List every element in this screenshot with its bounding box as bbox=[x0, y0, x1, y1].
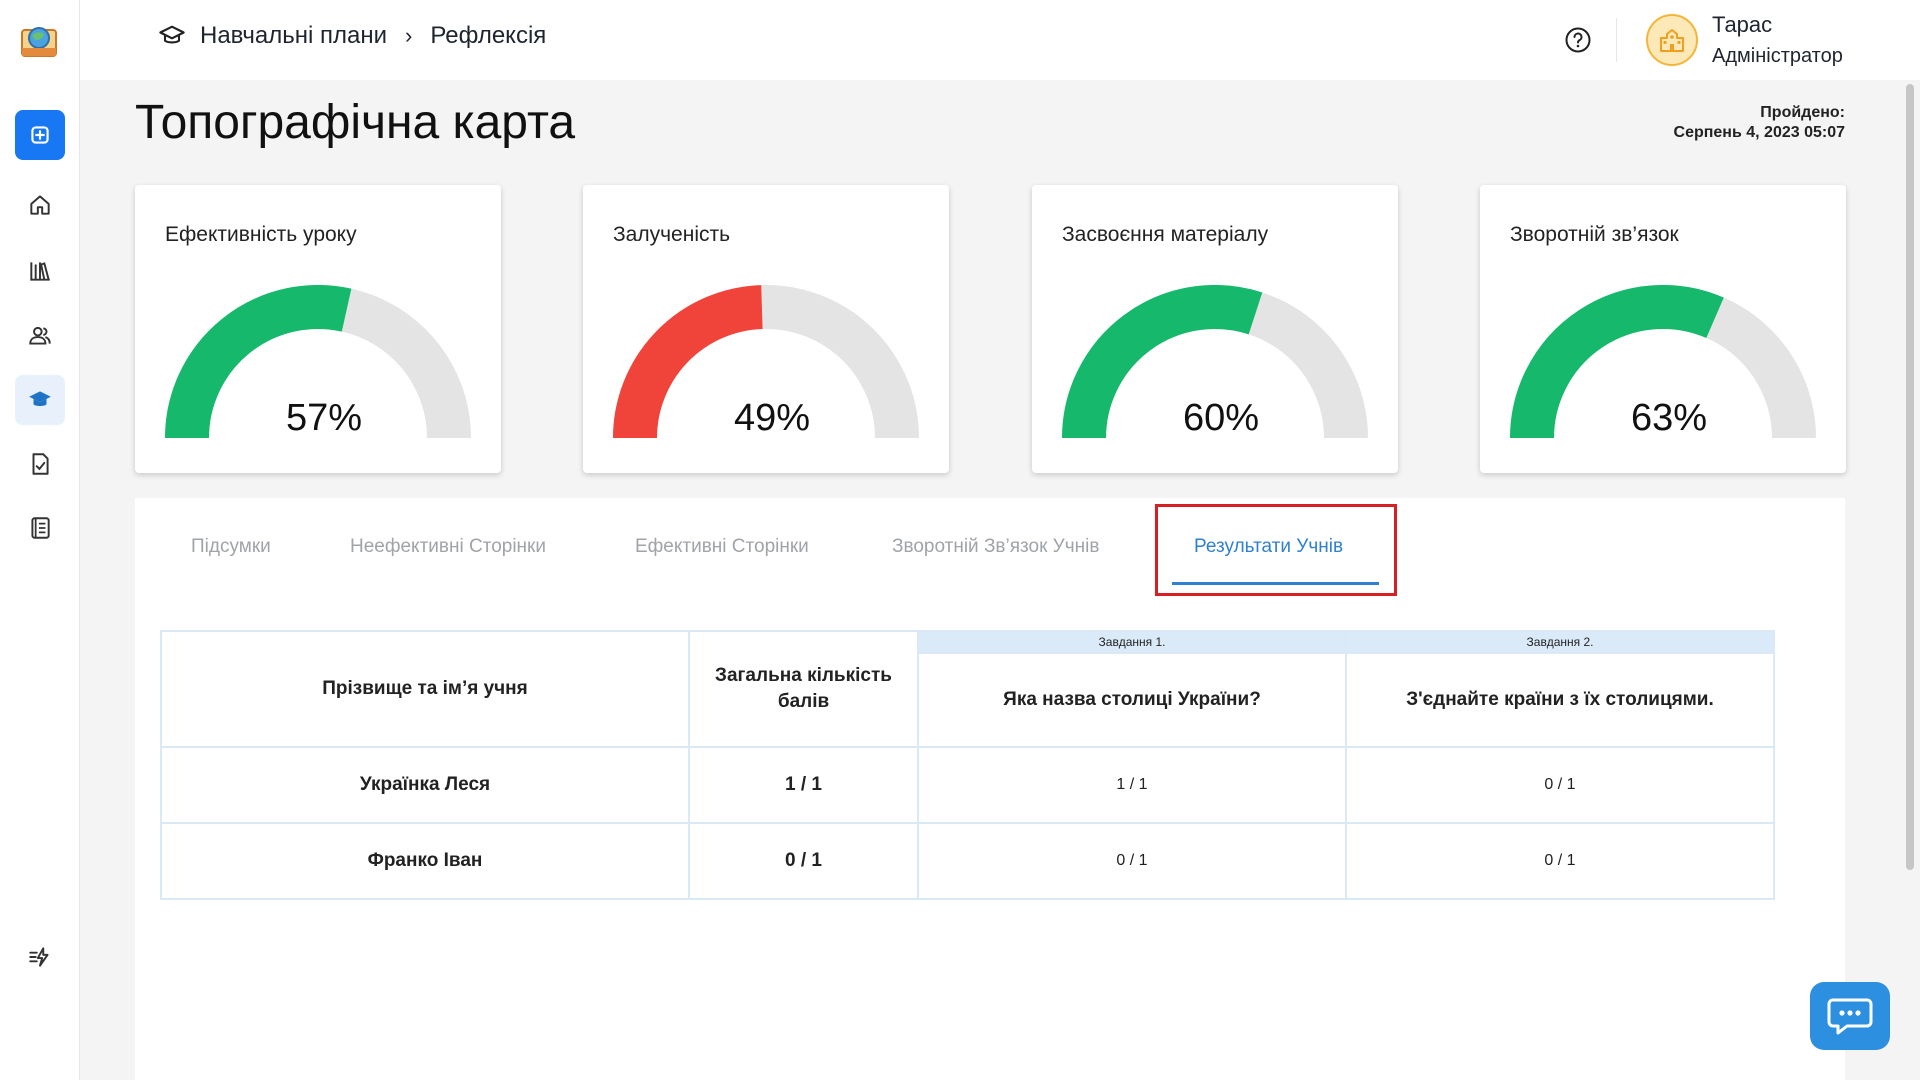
logo-icon[interactable] bbox=[18, 18, 60, 60]
metric-card-material-mastery: Засвоєння матеріалу 60% bbox=[1032, 185, 1398, 473]
tab-effective-pages[interactable]: Ефективні Сторінки bbox=[635, 536, 809, 558]
metric-value: 63% bbox=[1630, 397, 1708, 439]
passed-label: Пройдено: bbox=[1760, 104, 1845, 121]
tab-student-feedback[interactable]: Зворотній Зв’язок Учнів bbox=[892, 536, 1099, 558]
metric-card-lesson-effectiveness: Ефективність уроку 57% bbox=[135, 185, 501, 473]
passed-date: Серпень 4, 2023 05:07 bbox=[1673, 124, 1845, 141]
task-score: 0 / 1 bbox=[917, 822, 1347, 900]
create-button[interactable] bbox=[15, 110, 65, 160]
breadcrumb-item-curricula[interactable]: Навчальні плани bbox=[200, 22, 387, 50]
metric-card-feedback: Зворотній зв’язок 63% bbox=[1480, 185, 1846, 473]
task-header-1: Завдання 1. bbox=[917, 630, 1347, 654]
user-role: Адміністратор bbox=[1712, 45, 1843, 67]
metric-title: Зворотній зв’язок bbox=[1510, 223, 1679, 246]
users-icon bbox=[29, 326, 51, 345]
sidebar-item-users[interactable] bbox=[15, 311, 65, 361]
task-header-2: Завдання 2. bbox=[1345, 630, 1775, 654]
sidebar-item-library[interactable] bbox=[15, 246, 65, 296]
tab-ineffective-pages[interactable]: Неефективні Сторінки bbox=[350, 536, 546, 558]
help-icon[interactable] bbox=[1564, 26, 1592, 54]
avatar[interactable] bbox=[1646, 14, 1698, 66]
books-icon bbox=[30, 262, 50, 281]
tab-summary[interactable]: Підсумки bbox=[191, 536, 271, 558]
student-total-score: 1 / 1 bbox=[688, 746, 919, 824]
breadcrumb-item-reflection: Рефлексія bbox=[430, 22, 547, 49]
page-title: Топографічна карта bbox=[135, 96, 576, 149]
header-divider bbox=[1616, 18, 1617, 62]
table-row: Франко Іван 0 / 1 0 / 1 0 / 1 bbox=[160, 822, 1775, 900]
task-question-link-2[interactable]: З'єднайте країни з їх столицями. bbox=[1345, 652, 1775, 748]
lightning-list-icon bbox=[29, 947, 49, 967]
task-score: 0 / 1 bbox=[1345, 746, 1775, 824]
sidebar-item-assignments[interactable] bbox=[15, 439, 65, 489]
student-name: Українка Леся bbox=[160, 746, 690, 824]
task-score: 1 / 1 bbox=[917, 746, 1347, 824]
journal-icon bbox=[31, 517, 50, 539]
column-header-total: Загальна кількість балів bbox=[688, 630, 919, 748]
scrollbar[interactable] bbox=[1906, 84, 1914, 870]
plus-square-icon bbox=[31, 126, 49, 144]
student-name: Франко Іван bbox=[160, 822, 690, 900]
metric-title: Залученість bbox=[613, 223, 731, 246]
table-row: Українка Леся 1 / 1 1 / 1 0 / 1 bbox=[160, 746, 1775, 824]
sidebar-item-whats-new[interactable] bbox=[15, 932, 65, 982]
sidebar-item-home[interactable] bbox=[15, 180, 65, 230]
metric-title: Засвоєння матеріалу bbox=[1062, 223, 1269, 246]
highlight-box bbox=[1155, 504, 1397, 596]
student-total-score: 0 / 1 bbox=[688, 822, 919, 900]
task-question-link-1[interactable]: Яка назва столиці України? bbox=[917, 652, 1347, 748]
results-table: Прізвище та ім’я учня Загальна кількість… bbox=[160, 630, 1775, 900]
user-name[interactable]: Тарас bbox=[1712, 12, 1772, 38]
document-check-icon bbox=[32, 453, 49, 475]
passed-info: Пройдено: Серпень 4, 2023 05:07 bbox=[1674, 103, 1845, 143]
metric-value: 49% bbox=[733, 397, 811, 439]
graduation-cap-icon bbox=[29, 391, 51, 406]
sidebar-item-journal[interactable] bbox=[15, 503, 65, 553]
column-header-name: Прізвище та ім’я учня bbox=[160, 630, 690, 748]
breadcrumb-separator: › bbox=[404, 23, 413, 48]
sidebar bbox=[0, 0, 80, 1080]
school-icon bbox=[1660, 29, 1684, 52]
home-icon bbox=[30, 195, 50, 215]
metric-value: 60% bbox=[1182, 397, 1260, 439]
chat-support-button[interactable] bbox=[1810, 982, 1890, 1050]
graduation-cap-icon bbox=[159, 25, 185, 44]
metric-value: 57% bbox=[285, 397, 363, 439]
chat-bubble-icon bbox=[1827, 998, 1873, 1035]
breadcrumb: Навчальні плани › Рефлексія bbox=[158, 22, 546, 50]
task-score: 0 / 1 bbox=[1345, 822, 1775, 900]
metric-title: Ефективність уроку bbox=[165, 223, 357, 246]
sidebar-item-courses[interactable] bbox=[15, 375, 65, 425]
results-panel: Підсумки Неефективні Сторінки Ефективні … bbox=[135, 498, 1845, 1080]
metric-card-engagement: Залученість 49% bbox=[583, 185, 949, 473]
top-header: Навчальні плани › Рефлексія Тарас Адміні… bbox=[80, 0, 1920, 80]
